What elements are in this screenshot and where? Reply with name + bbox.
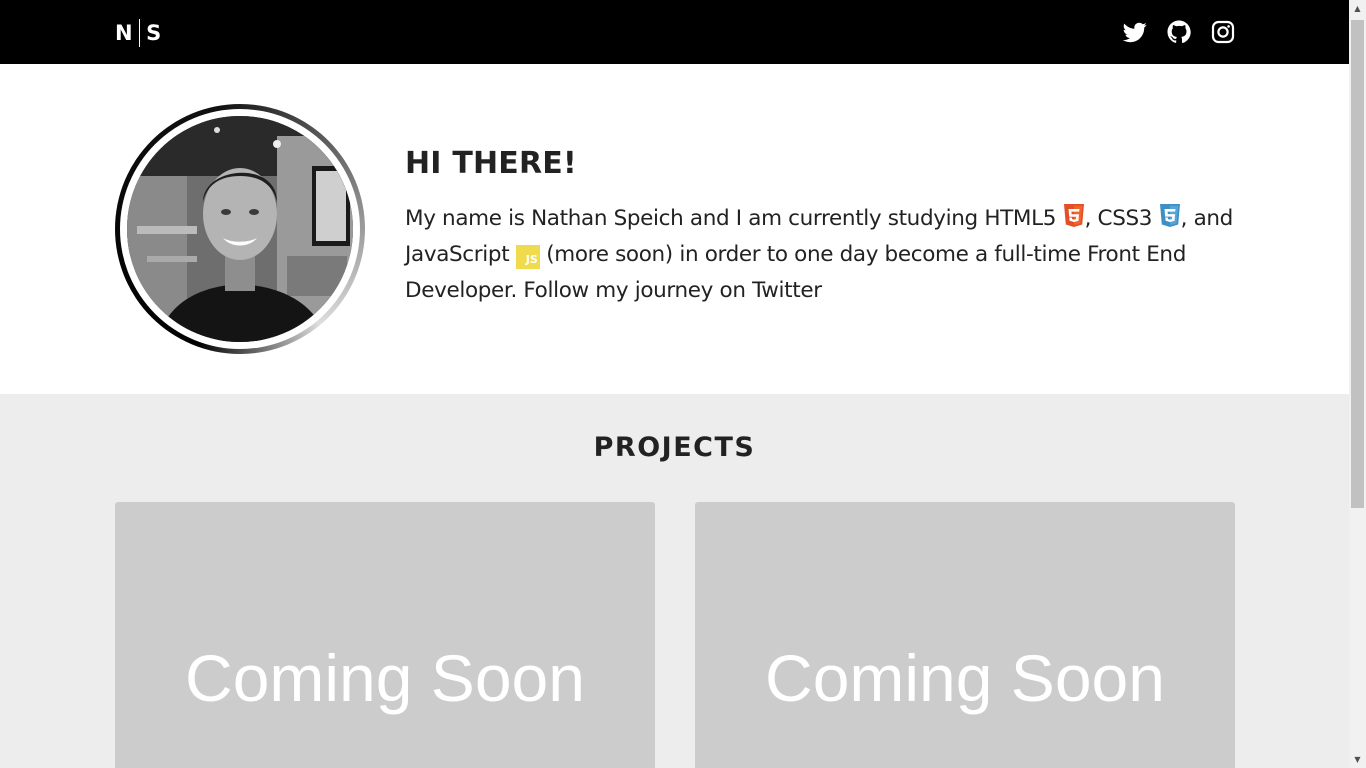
bio-text-1: My name is Nathan Speich and I am curren…	[405, 206, 1063, 231]
bio-text-2: , CSS3	[1084, 206, 1159, 231]
avatar	[127, 116, 353, 342]
logo-letter-s: S	[146, 21, 162, 45]
site-logo[interactable]: N S	[115, 19, 161, 47]
project-card[interactable]: Coming Soon	[695, 502, 1235, 768]
social-links	[1123, 20, 1235, 44]
profile-photo	[127, 116, 353, 342]
bio-paragraph: My name is Nathan Speich and I am curren…	[405, 201, 1237, 309]
html5-icon	[1063, 204, 1084, 227]
vertical-scrollbar[interactable]: ▲ ▼	[1349, 0, 1366, 768]
avatar-frame	[115, 104, 365, 354]
projects-heading: PROJECTS	[593, 432, 756, 463]
javascript-icon: JS	[515, 245, 540, 269]
instagram-icon	[1211, 20, 1235, 44]
project-card-label: Coming Soon	[765, 641, 1165, 715]
greeting-heading: HI THERE!	[405, 146, 577, 181]
github-link[interactable]	[1167, 20, 1191, 44]
intro-text: HI THERE! My name is Nathan Speich and I…	[405, 146, 1237, 309]
top-navigation-bar: N S	[0, 0, 1349, 64]
twitter-icon	[1123, 22, 1147, 43]
css3-icon	[1159, 204, 1180, 227]
scrollbar-thumb[interactable]	[1351, 20, 1364, 508]
scroll-up-arrow-icon[interactable]: ▲	[1349, 0, 1366, 17]
instagram-link[interactable]	[1211, 20, 1235, 44]
intro-section: HI THERE! My name is Nathan Speich and I…	[0, 64, 1349, 394]
scroll-down-arrow-icon[interactable]: ▼	[1349, 751, 1366, 768]
project-card-label: Coming Soon	[185, 641, 585, 715]
project-card[interactable]: Coming Soon	[115, 502, 655, 768]
logo-divider	[138, 19, 141, 47]
github-icon	[1167, 20, 1191, 44]
logo-letter-n: N	[115, 21, 133, 45]
twitter-link[interactable]	[1123, 20, 1147, 44]
